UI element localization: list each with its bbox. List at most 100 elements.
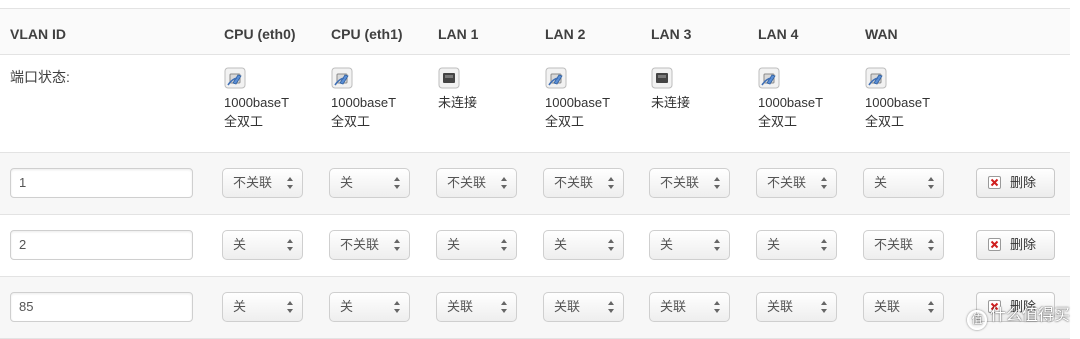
port-speed-text: 1000baseT — [865, 95, 931, 110]
port-membership-select-lan3[interactable]: 关 — [649, 230, 730, 260]
vlan-id-input[interactable]: 1 — [10, 168, 193, 198]
port-membership-select-lan1[interactable]: 关 — [436, 230, 517, 260]
port-membership-select-wan[interactable]: 关联 — [863, 292, 944, 322]
select-value: 关 — [554, 237, 568, 252]
port-status-cpu-eth0: 1000baseT 全双工 — [224, 67, 324, 131]
watermark: 值什么值得买 — [966, 301, 1070, 330]
select-value: 关 — [233, 299, 247, 314]
select-value: 不关联 — [874, 237, 914, 252]
port-status-wan: 1000baseT 全双工 — [865, 67, 965, 131]
delete-vlan-button[interactable]: 删除 — [976, 168, 1055, 198]
vlan-id-input[interactable]: 85 — [10, 292, 193, 322]
select-value: 不关联 — [767, 175, 807, 190]
port-membership-select-lan1[interactable]: 不关联 — [436, 168, 517, 198]
updown-arrows-icon — [608, 177, 615, 189]
port-membership-select-lan3[interactable]: 关联 — [649, 292, 730, 322]
port-membership-select-cpu-eth0[interactable]: 关 — [222, 230, 303, 260]
port-membership-select-cpu-eth1[interactable]: 关 — [329, 168, 410, 198]
updown-arrows-icon — [394, 177, 401, 189]
delete-button-label: 删除 — [1010, 237, 1037, 252]
port-membership-select-lan2[interactable]: 关 — [543, 230, 624, 260]
port-membership-select-lan4[interactable]: 不关联 — [756, 168, 837, 198]
delete-x-icon — [988, 176, 1001, 189]
port-membership-select-cpu-eth0[interactable]: 不关联 — [222, 168, 303, 198]
port-membership-select-cpu-eth1[interactable]: 关 — [329, 292, 410, 322]
vlan-id-input[interactable]: 2 — [10, 230, 193, 260]
delete-vlan-button[interactable]: 删除 — [976, 230, 1055, 260]
delete-x-icon — [988, 238, 1001, 251]
port-membership-select-wan[interactable]: 关 — [863, 168, 944, 198]
port-membership-select-lan3[interactable]: 不关联 — [649, 168, 730, 198]
select-value: 关联 — [447, 299, 474, 314]
port-speed-text: 未连接 — [651, 95, 691, 110]
select-value: 不关联 — [340, 237, 380, 252]
updown-arrows-icon — [928, 301, 935, 313]
updown-arrows-icon — [287, 301, 294, 313]
port-membership-select-cpu-eth1[interactable]: 不关联 — [329, 230, 410, 260]
col-header-vlan-id: VLAN ID — [10, 26, 66, 42]
select-value: 关 — [874, 175, 888, 190]
updown-arrows-icon — [501, 301, 508, 313]
updown-arrows-icon — [287, 239, 294, 251]
select-value: 关 — [447, 237, 461, 252]
select-value: 关 — [340, 299, 354, 314]
port-membership-select-lan2[interactable]: 不关联 — [543, 168, 624, 198]
port-status-row: 端口状态: 1000baseT 全双工 1000baseT 全双工 未连接 1000bas… — [0, 54, 1070, 152]
select-value: 不关联 — [447, 175, 487, 190]
select-value: 关 — [340, 175, 354, 190]
updown-arrows-icon — [821, 239, 828, 251]
port-status-lan4: 1000baseT 全双工 — [758, 67, 858, 131]
port-duplex-text: 全双工 — [758, 114, 798, 129]
updown-arrows-icon — [501, 239, 508, 251]
ethernet-connected-icon — [865, 67, 965, 89]
port-duplex-text: 全双工 — [224, 114, 264, 129]
port-membership-select-lan4[interactable]: 关联 — [756, 292, 837, 322]
port-membership-select-cpu-eth0[interactable]: 关 — [222, 292, 303, 322]
select-value: 关 — [233, 237, 247, 252]
port-duplex-text: 全双工 — [545, 114, 585, 129]
updown-arrows-icon — [394, 239, 401, 251]
port-status-cpu-eth1: 1000baseT 全双工 — [331, 67, 431, 131]
vlan-row-1: 1 不关联 关 不关联 不关联 不关联 不关联 关 删除 — [0, 152, 1070, 214]
updown-arrows-icon — [608, 301, 615, 313]
port-speed-text: 1000baseT — [545, 95, 611, 110]
port-status-lan3: 未连接 — [651, 67, 751, 112]
updown-arrows-icon — [821, 177, 828, 189]
select-value: 不关联 — [660, 175, 700, 190]
vlan-row-2: 2 关 不关联 关 关 关 关 不关联 删除 — [0, 214, 1070, 276]
select-value: 关 — [660, 237, 674, 252]
col-header-lan3: LAN 3 — [651, 26, 692, 42]
col-header-lan1: LAN 1 — [438, 26, 479, 42]
select-value: 关 — [767, 237, 781, 252]
updown-arrows-icon — [714, 239, 721, 251]
updown-arrows-icon — [287, 177, 294, 189]
col-header-lan4: LAN 4 — [758, 26, 799, 42]
updown-arrows-icon — [394, 301, 401, 313]
ethernet-connected-icon — [331, 67, 431, 89]
port-duplex-text: 全双工 — [865, 114, 905, 129]
updown-arrows-icon — [501, 177, 508, 189]
switch-vlan-table: VLAN ID CPU (eth0) CPU (eth1) LAN 1 LAN … — [0, 8, 1070, 339]
updown-arrows-icon — [608, 239, 615, 251]
delete-button-label: 删除 — [1010, 175, 1037, 190]
port-speed-text: 1000baseT — [331, 95, 397, 110]
ethernet-connected-icon — [758, 67, 858, 89]
port-membership-select-wan[interactable]: 不关联 — [863, 230, 944, 260]
vlan-row-85: 85 关关关联 关联 关联 关联 关联 删除 — [0, 276, 1070, 339]
col-header-lan2: LAN 2 — [545, 26, 586, 42]
ethernet-connected-icon — [224, 67, 324, 89]
ethernet-disconnected-icon — [651, 67, 751, 89]
port-speed-text: 1000baseT — [758, 95, 824, 110]
port-membership-select-lan2[interactable]: 关联 — [543, 292, 624, 322]
port-status-lan2: 1000baseT 全双工 — [545, 67, 645, 131]
updown-arrows-icon — [928, 177, 935, 189]
col-header-cpu-eth1: CPU (eth1) — [331, 26, 403, 42]
port-status-label: 端口状态: — [10, 69, 70, 85]
select-value: 不关联 — [554, 175, 594, 190]
port-membership-select-lan4[interactable]: 关 — [756, 230, 837, 260]
ethernet-disconnected-icon — [438, 67, 538, 89]
table-header-row: VLAN ID CPU (eth0) CPU (eth1) LAN 1 LAN … — [0, 8, 1070, 54]
port-membership-select-lan1[interactable]: 关联 — [436, 292, 517, 322]
updown-arrows-icon — [821, 301, 828, 313]
updown-arrows-icon — [714, 177, 721, 189]
